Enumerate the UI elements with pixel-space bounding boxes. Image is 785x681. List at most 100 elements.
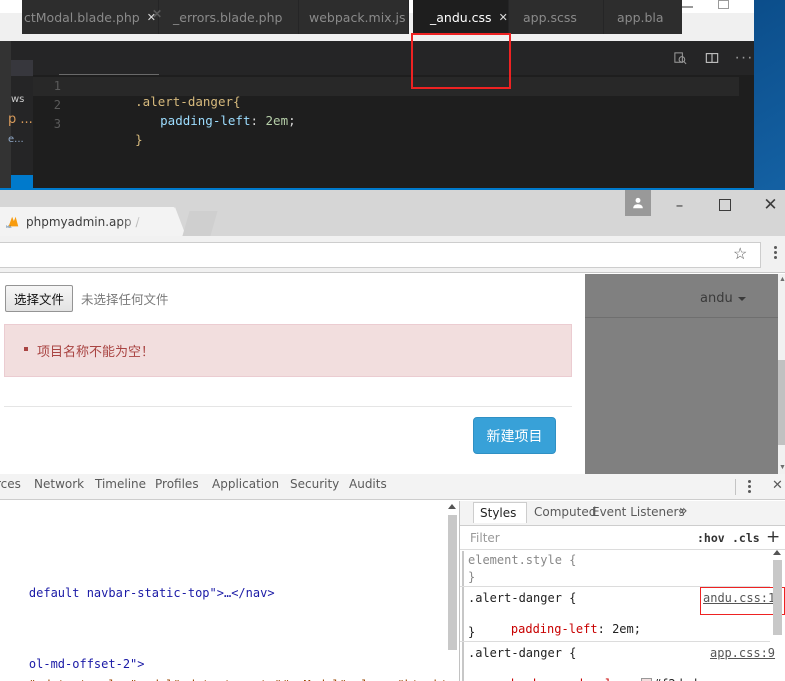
css-property-value[interactable]: 2em; (612, 622, 641, 636)
hov-toggle-button[interactable]: :hov (697, 531, 725, 545)
toolbar-divider (735, 479, 736, 495)
css-value: 2em (265, 113, 289, 128)
page-scrollbar-thumb[interactable] (778, 360, 785, 445)
sidebar-file-3[interactable]: e... (8, 134, 24, 145)
star-icon[interactable]: ☆ (733, 247, 747, 263)
editor-tab-label: app.scss (523, 9, 577, 25)
browser-tab-title: phpmyadmin.app / loc (26, 214, 144, 229)
styles-scrollbar-thumb[interactable] (773, 560, 782, 635)
editor-scrollbar[interactable] (739, 75, 750, 190)
line-number: 2 (53, 98, 61, 112)
devtools-tab-audits[interactable]: Audits (349, 477, 387, 491)
alert-item-text: 项目名称不能为空！ (37, 345, 155, 360)
devtools-tab-application[interactable]: Application (212, 477, 279, 491)
bullet-icon (24, 347, 28, 351)
styles-scroll-up-icon[interactable] (773, 550, 781, 555)
more-actions-icon[interactable]: ··· (730, 41, 754, 75)
minimize-icon[interactable] (682, 6, 693, 8)
styles-filter-input[interactable]: Filter (470, 531, 500, 545)
more-options-icon[interactable] (748, 480, 752, 495)
editor-tab-ctmodal[interactable]: ctModal.blade.php ✕ (22, 0, 159, 34)
tab-computed[interactable]: Computed (534, 505, 596, 519)
choose-file-button[interactable]: 选择文件 (5, 285, 74, 312)
sidebar-file-1[interactable]: ws (11, 94, 24, 105)
dom-line-text: default navbar-static-top">…</nav> (28, 586, 275, 600)
chevron-down-icon (737, 296, 746, 301)
file-status-label: 未选择任何文件 (81, 292, 169, 307)
cls-toggle-button[interactable]: .cls (732, 531, 760, 545)
css-declaration-padding-left[interactable]: padding-left: 2em; (482, 608, 641, 650)
editor-tab-webpack[interactable]: webpack.mix.js (299, 0, 409, 34)
browser-tab[interactable]: MA phpmyadmin.app / loc (0, 207, 186, 236)
close-icon[interactable]: ✕ (499, 11, 508, 24)
vscode-tabbar (0, 41, 754, 75)
colon: : (250, 113, 258, 128)
chrome-maximize-button[interactable] (702, 190, 747, 220)
editor-tab-label: _andu.css (430, 9, 492, 25)
devtools-tab-security[interactable]: Security (290, 477, 339, 491)
split-editor-icon[interactable] (698, 41, 726, 75)
scroll-up-icon[interactable] (448, 504, 456, 509)
styles-rule-rail (462, 551, 464, 681)
open-changes-icon[interactable] (666, 41, 694, 75)
sidebar-selected-file[interactable] (11, 60, 33, 76)
rule-divider (460, 586, 770, 587)
css-source-link-app[interactable]: app.css:9 (710, 646, 775, 660)
dom-line-3[interactable]: " data-toggle="modal" data-target="#myMo… (0, 664, 513, 681)
vscode-window: 帮助(H) ws p ... e... ctModal.blade.php ✕ … (0, 0, 754, 190)
navbar-user-dropdown[interactable]: andu (700, 291, 746, 306)
modal-footer-divider (4, 406, 572, 407)
devtools-tab-profiles[interactable]: Profiles (155, 477, 199, 491)
avatar[interactable] (625, 190, 651, 216)
svg-text:MA: MA (6, 225, 12, 229)
tab-event-listeners[interactable]: Event Listeners (592, 505, 685, 519)
editor-tab-app-blade[interactable]: app.bla (604, 0, 682, 34)
css-rule-andu-selector[interactable]: .alert-danger { (468, 591, 576, 605)
screen-root: 帮助(H) ws p ... e... ctModal.blade.php ✕ … (0, 0, 785, 681)
scroll-up-icon[interactable]: ▲ (779, 276, 785, 283)
alert-item: 项目名称不能为空！ (24, 341, 155, 360)
css-rule-element-style-close: } (468, 570, 476, 584)
maximize-icon[interactable] (718, 0, 729, 9)
semicolon: ; (288, 113, 296, 128)
navbar (585, 274, 778, 318)
scroll-down-icon[interactable]: ▼ (779, 464, 785, 471)
css-rule-andu-close: } (468, 625, 476, 639)
browser-tab-close-icon[interactable]: ✕ (152, 7, 162, 21)
chrome-minimize-button[interactable]: – (657, 190, 702, 220)
sidebar-file-2[interactable]: p ... (8, 112, 33, 127)
css-rule-app-selector[interactable]: .alert-danger { (468, 646, 576, 660)
css-property-name[interactable]: padding-left (511, 622, 598, 636)
editor-tab-errors[interactable]: _errors.blade.php (159, 0, 299, 34)
navbar-user-label: andu (700, 291, 733, 306)
devtools-tab-network[interactable]: Network (34, 477, 84, 491)
tab-styles[interactable]: Styles (473, 502, 527, 523)
css-declaration-border-color[interactable]: border-color: ▶#ebccd1; (482, 676, 690, 681)
add-style-rule-button[interactable]: + (766, 529, 780, 546)
css-rule-element-style-selector[interactable]: element.style { (468, 553, 576, 567)
dom-scrollbar-thumb[interactable] (448, 515, 457, 650)
chrome-menu-icon[interactable] (774, 246, 778, 261)
phpmyadmin-icon: MA (6, 215, 20, 229)
rule-divider (460, 641, 770, 642)
editor-tab-label: webpack.mix.js (309, 9, 406, 25)
address-bar[interactable] (0, 242, 761, 268)
file-input-row[interactable]: 选择文件 未选择任何文件 (5, 285, 169, 312)
devtools-tab-sources[interactable]: rces (0, 477, 21, 491)
chrome-close-button[interactable]: ✕ (748, 190, 785, 220)
editor-tab-app-scss[interactable]: app.scss (509, 0, 604, 34)
editor-tab-label: app.bla (617, 9, 664, 25)
dom-line-1[interactable]: default navbar-static-top">…</nav> (0, 572, 275, 614)
editor-tab-andu-css[interactable]: _andu.css ✕ (413, 0, 509, 34)
brace-close: } (135, 132, 143, 147)
overflow-tabs-icon[interactable]: » (679, 503, 688, 519)
close-devtools-icon[interactable]: ✕ (772, 478, 783, 493)
devtools-tab-timeline[interactable]: Timeline (95, 477, 146, 491)
css-source-link-andu[interactable]: andu.css:1 (703, 591, 775, 605)
code-line-3: } (90, 117, 143, 162)
editor-tab-label: ctModal.blade.php (24, 9, 140, 25)
line-number: 1 (53, 79, 61, 93)
css-property: padding-left (160, 113, 251, 128)
new-project-button[interactable]: 新建项目 (473, 417, 556, 454)
line-number: 3 (53, 117, 61, 131)
